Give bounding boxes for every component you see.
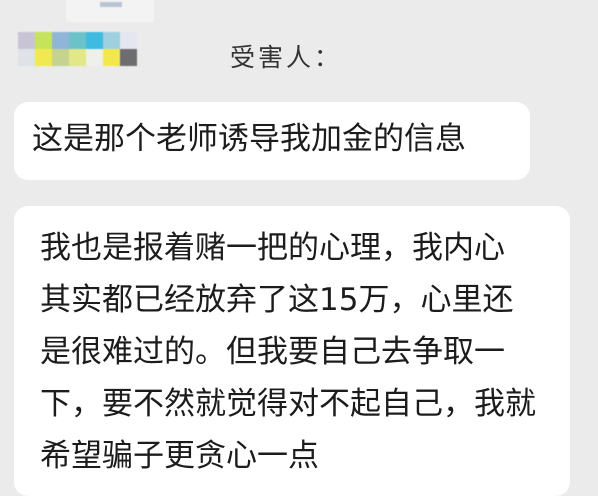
message-line: 这是那个老师诱导我加金的信息 [32, 121, 466, 157]
avatar-mosaic-cell [35, 49, 52, 66]
avatar-mosaic-cell [52, 49, 69, 66]
message-line: 我也是报着赌一把的心理，我内心 [40, 230, 505, 266]
sender-name: 受害人： [230, 43, 343, 72]
avatar-mosaic-cell [18, 32, 35, 49]
message-line: 其实都已经放弃了这15万，心里还 [40, 282, 514, 318]
avatar-mosaic-cell [86, 49, 103, 66]
avatar-mosaic-cell [52, 32, 69, 49]
avatar-screen-text-icon [100, 2, 122, 7]
avatar-mosaic-cell [103, 32, 120, 49]
avatar-mosaic-cell [35, 32, 52, 49]
avatar-mosaic-cell [120, 49, 137, 66]
message-line: 下，要不然就觉得对不起自己，我就 [40, 386, 536, 422]
avatar-mosaic-cell [86, 32, 103, 49]
avatar-mosaic-cell [103, 49, 120, 66]
message-line: 希望骗子更贪心一点 [40, 438, 319, 474]
message-line: 是很难过的。但我要自己去争取一 [40, 334, 505, 370]
avatar-mosaic-cell [18, 49, 35, 66]
avatar-mosaic-cell [69, 49, 86, 66]
avatar-mosaic-cell [69, 32, 86, 49]
avatar-mosaic-cell [120, 32, 137, 49]
message-bubble[interactable]: 这是那个老师诱导我加金的信息 [14, 102, 530, 180]
chat-view: 受害人： 这是那个老师诱导我加金的信息 我也是报着赌一把的心理，我内心 其实都已… [0, 0, 598, 496]
message-bubble[interactable]: 我也是报着赌一把的心理，我内心 其实都已经放弃了这15万，心里还 是很难过的。但… [14, 206, 570, 496]
blurred-avatar[interactable] [18, 0, 206, 88]
